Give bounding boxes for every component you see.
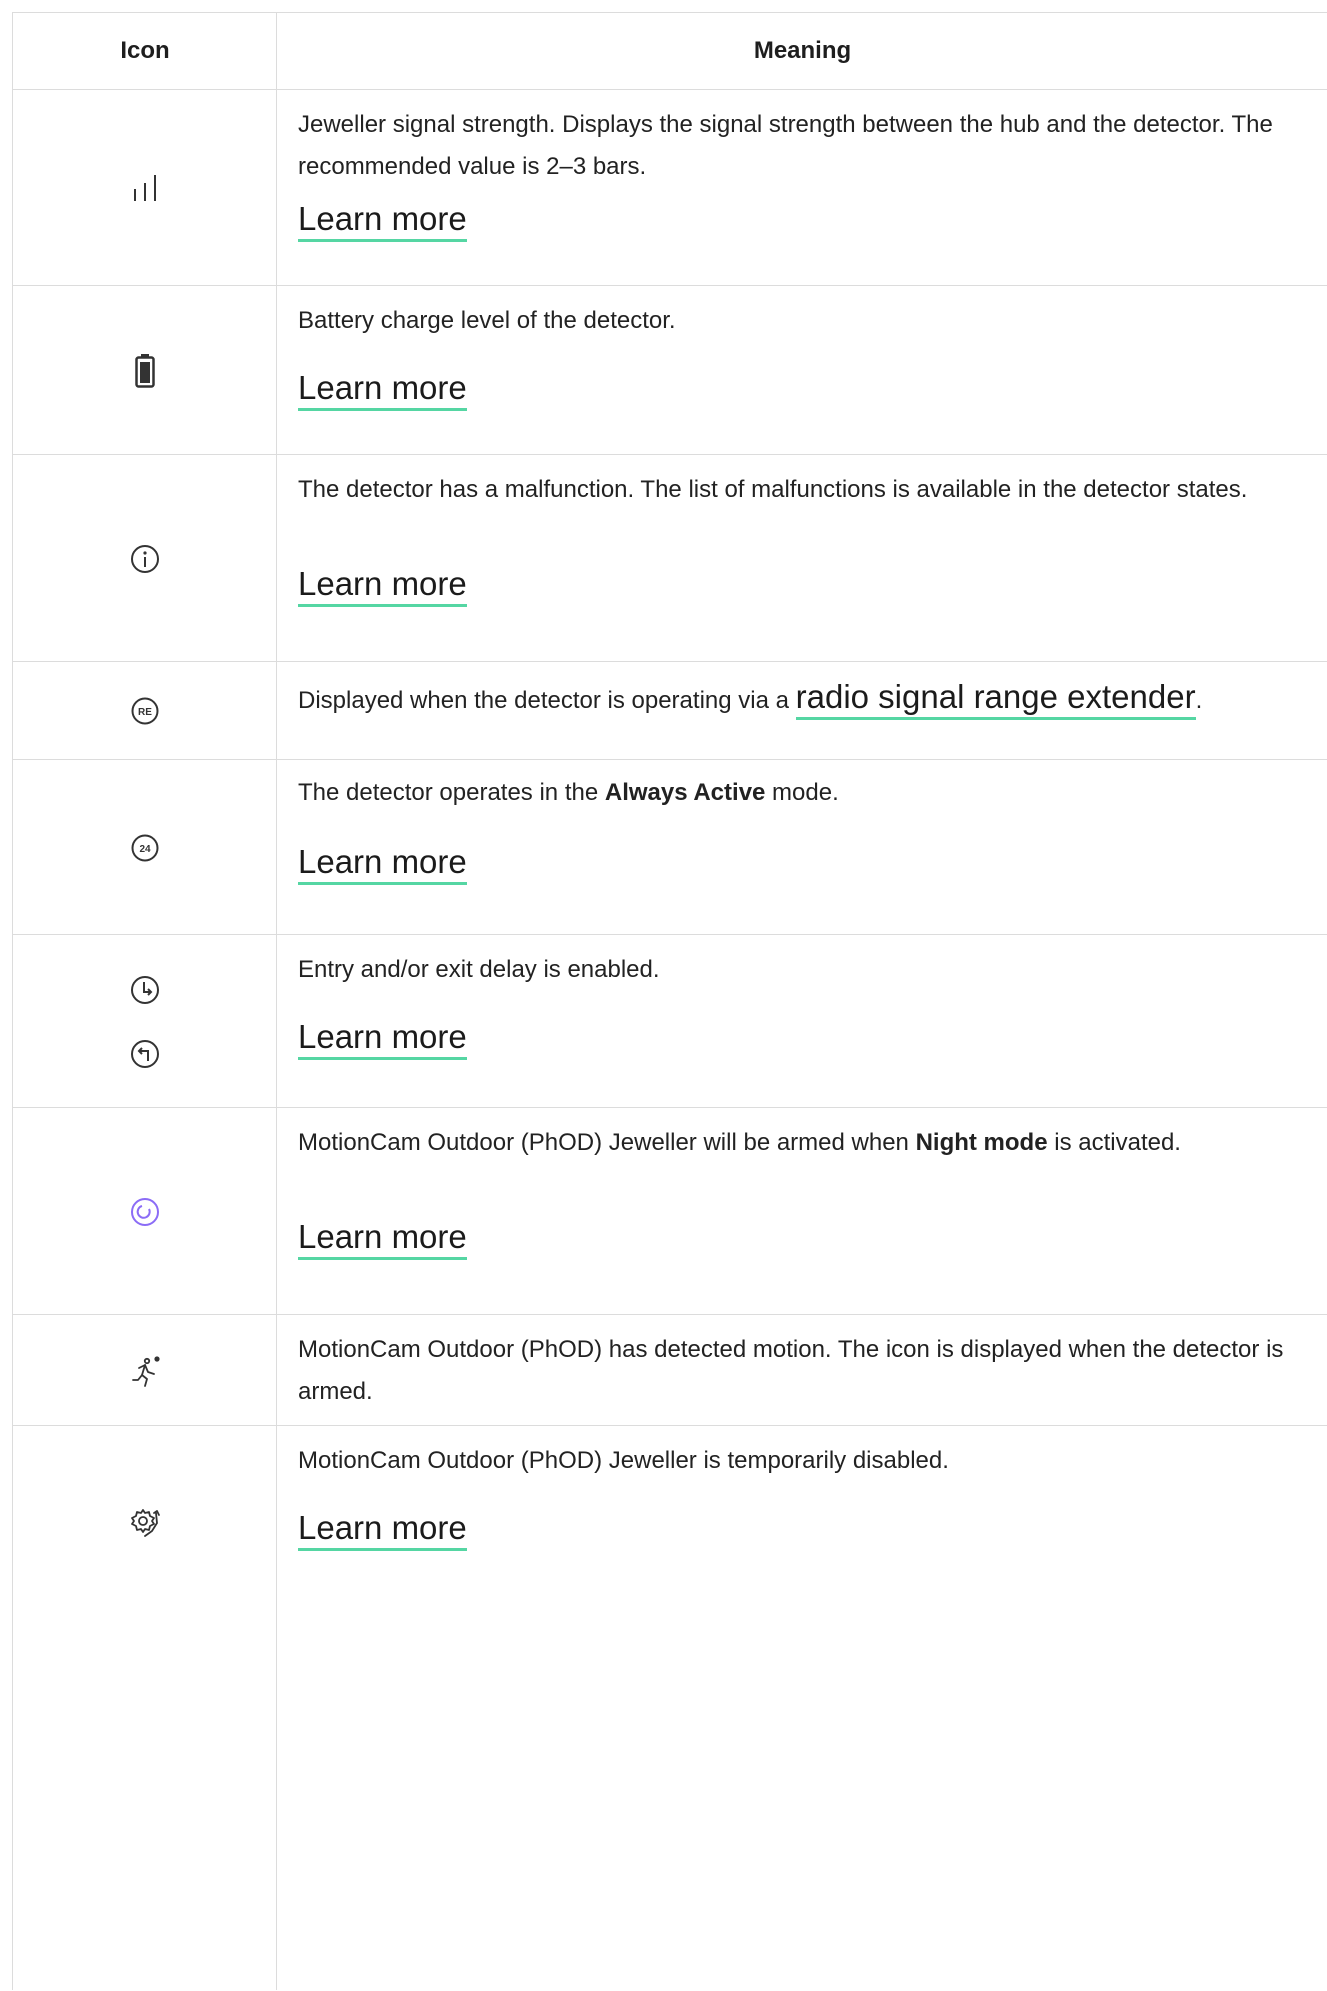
info-icon bbox=[13, 455, 277, 662]
meaning-text-before: The detector operates in the bbox=[298, 779, 605, 806]
radio-signal-range-extender-link[interactable]: radio signal range extender bbox=[795, 678, 1196, 720]
row-meaning-text: The detector operates in the Always Acti… bbox=[298, 772, 1318, 814]
entry-delay-icon bbox=[131, 975, 159, 1004]
signal-strength-icon bbox=[13, 90, 277, 286]
table-header-row: Icon Meaning bbox=[13, 13, 1327, 90]
delay-icons bbox=[13, 935, 277, 1108]
meaning-text-before: Displayed when the detector is operating… bbox=[298, 687, 796, 714]
row-meaning-text: MotionCam Outdoor (PhOD) Jeweller will b… bbox=[298, 1122, 1318, 1164]
row-meaning-text: Entry and/or exit delay is enabled. bbox=[298, 956, 660, 983]
row-meaning-text: MotionCam Outdoor (PhOD) Jeweller is tem… bbox=[298, 1447, 949, 1474]
motion-detected-icon bbox=[13, 1315, 277, 1426]
learn-more-link[interactable]: Learn more bbox=[298, 200, 467, 242]
battery-icon bbox=[13, 286, 277, 455]
table-row: 24 The detector operates in the Always A… bbox=[13, 760, 1327, 935]
meaning-text-before: MotionCam Outdoor (PhOD) Jeweller will b… bbox=[298, 1129, 916, 1156]
table-row: MotionCam Outdoor (PhOD) Jeweller is tem… bbox=[13, 1426, 1327, 1991]
svg-text:24: 24 bbox=[139, 844, 151, 855]
learn-more-link[interactable]: Learn more bbox=[298, 1018, 467, 1060]
table-row: Jeweller signal strength. Displays the s… bbox=[13, 90, 1327, 286]
exit-delay-icon bbox=[131, 1039, 159, 1068]
learn-more-link[interactable]: Learn more bbox=[298, 1218, 467, 1260]
meaning-text-after: mode. bbox=[765, 779, 839, 806]
row-meaning-text: Displayed when the detector is operating… bbox=[298, 672, 1318, 726]
row-meaning-text: Battery charge level of the detector. bbox=[298, 307, 676, 334]
range-extender-icon: RE bbox=[13, 662, 277, 760]
meaning-bold-term: Always Active bbox=[604, 779, 766, 806]
row-meaning-text: Jeweller signal strength. Displays the s… bbox=[298, 111, 1273, 180]
row-meaning-text: The detector has a malfunction. The list… bbox=[298, 476, 1248, 503]
learn-more-link[interactable]: Learn more bbox=[298, 369, 467, 411]
temporarily-disabled-icon bbox=[13, 1426, 277, 1622]
learn-more-link[interactable]: Learn more bbox=[298, 843, 467, 885]
icon-meaning-table: Icon Meaning Jeweller signal strength. D… bbox=[12, 12, 1327, 1990]
meaning-text-after: is activated. bbox=[1047, 1129, 1181, 1156]
always-active-24-icon: 24 bbox=[13, 760, 277, 935]
learn-more-link[interactable]: Learn more bbox=[298, 1509, 467, 1551]
meaning-bold-term: Night mode bbox=[915, 1129, 1048, 1156]
header-meaning: Meaning bbox=[753, 37, 852, 64]
meaning-text-after: . bbox=[1195, 687, 1203, 714]
table-row: MotionCam Outdoor (PhOD) has detected mo… bbox=[13, 1315, 1327, 1426]
table-row: Battery charge level of the detector. Le… bbox=[13, 286, 1327, 455]
table-row: RE Displayed when the detector is operat… bbox=[13, 662, 1327, 760]
night-mode-icon bbox=[13, 1108, 277, 1315]
table-row: The detector has a malfunction. The list… bbox=[13, 455, 1327, 662]
learn-more-link[interactable]: Learn more bbox=[298, 565, 467, 607]
header-icon: Icon bbox=[120, 37, 170, 64]
table-row: Entry and/or exit delay is enabled. Lear… bbox=[13, 935, 1327, 1108]
row-meaning-text: MotionCam Outdoor (PhOD) has detected mo… bbox=[298, 1336, 1284, 1405]
svg-text:RE: RE bbox=[138, 707, 152, 718]
table-row: MotionCam Outdoor (PhOD) Jeweller will b… bbox=[13, 1108, 1327, 1315]
